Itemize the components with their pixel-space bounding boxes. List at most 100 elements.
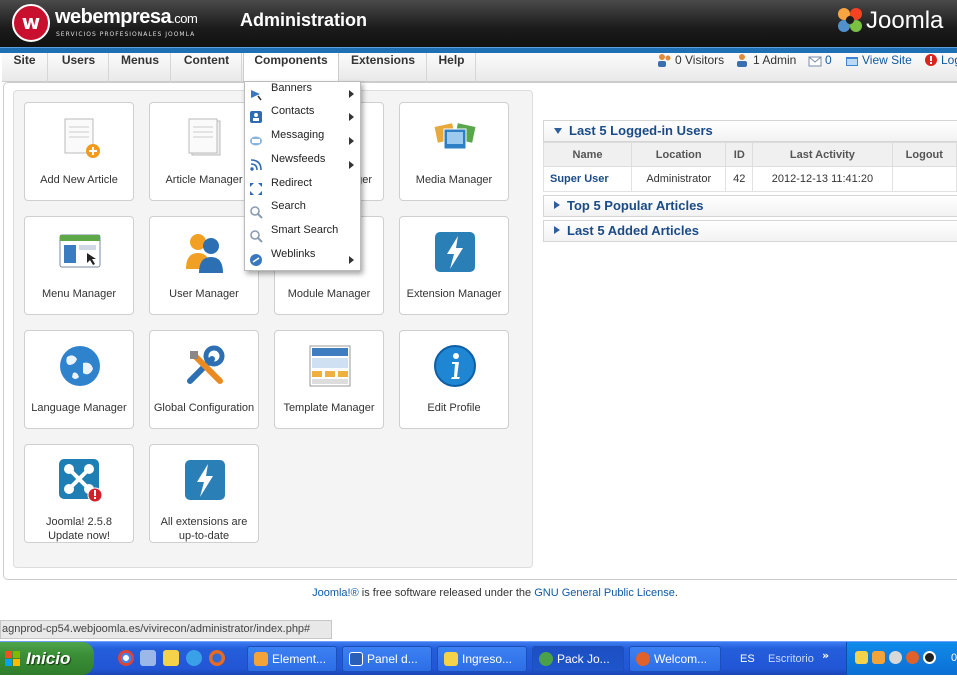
popular-articles-header[interactable]: Top 5 Popular Articles <box>543 195 957 217</box>
menu-components[interactable]: Components <box>243 53 339 83</box>
extension-manager-icon <box>435 232 475 272</box>
browser-status-url: agnprod-cp54.webjoomla.es/vivirecon/admi… <box>0 620 332 639</box>
task-button[interactable]: Element... <box>247 646 337 672</box>
gpl-license-link[interactable]: GNU General Public License <box>534 587 675 599</box>
menu-item-weblinks[interactable]: Weblinks <box>245 248 360 272</box>
language-indicator[interactable]: ES <box>740 653 755 665</box>
page-title: Administration <box>240 10 368 30</box>
menu-item-redirect[interactable]: Redirect <box>245 177 360 201</box>
windows-taskbar: Inicio Element... Panel d... Ingreso... … <box>0 641 957 675</box>
menu-item-banners[interactable]: Banners <box>245 82 360 106</box>
desktop-quicklaunch-icon[interactable] <box>140 650 156 666</box>
desktop-toolbar-label[interactable]: Escritorio <box>768 653 814 665</box>
edit-profile-button[interactable]: Edit Profile <box>399 330 509 429</box>
add-new-article-button[interactable]: Add New Article <box>24 102 134 201</box>
mail-quicklaunch-icon[interactable] <box>163 650 179 666</box>
user-manager-icon <box>186 234 223 273</box>
logged-in-users-header[interactable]: Last 5 Logged-in Users <box>543 120 957 142</box>
menu-item-label: Search <box>271 200 306 212</box>
admin-menu-bar: Site Users Menus Content Components Exte… <box>2 53 957 83</box>
menu-item-contacts[interactable]: Contacts <box>245 105 360 129</box>
menu-help[interactable]: Help <box>428 53 476 82</box>
messages-status[interactable]: 0 <box>808 53 832 82</box>
task-button[interactable]: Ingreso... <box>437 646 527 672</box>
extensions-uptodate-button[interactable]: All extensions are up-to-date <box>149 444 259 543</box>
app-icon <box>254 652 268 666</box>
security-tray-icon[interactable] <box>906 651 919 664</box>
extensions-uptodate-icon <box>185 460 225 500</box>
task-button[interactable]: Panel d... <box>342 646 432 672</box>
menu-item-label: Weblinks <box>271 248 316 260</box>
menu-site[interactable]: Site <box>2 53 48 82</box>
start-label: Inicio <box>26 649 71 668</box>
menu-item-search[interactable]: Search <box>245 200 360 224</box>
ie-quicklaunch-icon[interactable] <box>186 650 202 666</box>
app-tray-icon[interactable] <box>872 651 885 664</box>
menu-item-messaging[interactable]: Messaging <box>245 129 360 153</box>
joomla-logo[interactable]: Joomla <box>836 6 943 35</box>
newsfeeds-icon <box>250 159 262 171</box>
add-new-article-label: Add New Article <box>40 174 118 186</box>
global-configuration-icon <box>187 345 225 384</box>
task-label: Element... <box>272 652 327 666</box>
clock[interactable]: 0: <box>951 652 957 664</box>
start-button[interactable]: Inicio <box>0 642 94 675</box>
column-header-name: Name <box>542 142 633 167</box>
article-manager-button[interactable]: Article Manager <box>149 102 259 201</box>
template-manager-button[interactable]: Template Manager <box>274 330 384 429</box>
language-manager-button[interactable]: Language Manager <box>24 330 134 429</box>
menu-content[interactable]: Content <box>172 53 242 82</box>
view-site-link[interactable]: View Site <box>845 53 912 82</box>
task-button-active[interactable]: Pack Jo... <box>532 646 624 672</box>
submenu-arrow-icon <box>349 161 354 169</box>
admin-user-icon <box>737 54 747 67</box>
language-manager-icon <box>60 346 100 386</box>
media-tray-icon[interactable] <box>923 651 936 664</box>
add-article-icon <box>64 118 100 158</box>
task-button[interactable]: Welcom... <box>629 646 721 672</box>
webempresa-logo-icon[interactable]: w <box>12 4 50 42</box>
app-icon <box>349 652 363 666</box>
app-icon <box>444 652 458 666</box>
mail-tray-icon[interactable] <box>855 651 868 664</box>
menu-item-smart-search[interactable]: Smart Search <box>245 224 360 248</box>
contacts-icon <box>250 111 262 123</box>
media-manager-button[interactable]: Media Manager <box>399 102 509 201</box>
submenu-arrow-icon <box>349 137 354 145</box>
menu-users[interactable]: Users <box>49 53 109 82</box>
user-name-link[interactable]: Super User <box>542 166 633 192</box>
added-articles-header[interactable]: Last 5 Added Articles <box>543 220 957 242</box>
visitors-status[interactable]: 0 Visitors <box>657 53 724 82</box>
user-manager-button[interactable]: User Manager <box>149 216 259 315</box>
extension-manager-button[interactable]: Extension Manager <box>399 216 509 315</box>
joomla-update-button[interactable]: Joomla! 2.5.8 Update now! <box>24 444 134 543</box>
submenu-arrow-icon <box>349 256 354 264</box>
footer-end: . <box>674 587 678 599</box>
logout-link[interactable]: Log <box>924 53 957 82</box>
submenu-arrow-icon <box>349 90 354 98</box>
user-logout[interactable] <box>891 166 957 192</box>
firefox-quicklaunch-icon[interactable] <box>209 650 225 666</box>
windows-flag-icon <box>5 651 20 666</box>
admins-status[interactable]: 1 Admin <box>735 53 796 82</box>
column-header-logout: Logout <box>891 142 957 167</box>
menu-manager-button[interactable]: Menu Manager <box>24 216 134 315</box>
user-id: 42 <box>725 166 754 192</box>
extensions-uptodate-label: All extensions are up-to-date <box>160 516 248 542</box>
logged-in-users-title: Last 5 Logged-in Users <box>569 123 713 138</box>
menu-item-label: Contacts <box>271 105 315 117</box>
menu-item-newsfeeds[interactable]: Newsfeeds <box>245 153 360 177</box>
chrome-quicklaunch-icon[interactable] <box>118 650 134 666</box>
toolbar-expand-icon[interactable]: » <box>822 649 829 662</box>
menu-menus[interactable]: Menus <box>110 53 171 82</box>
column-header-location: Location <box>631 142 727 167</box>
page-footer: Joomla!® is free software released under… <box>0 587 957 599</box>
media-manager-icon <box>434 123 476 150</box>
app-icon <box>539 652 553 666</box>
task-label: Welcom... <box>654 652 708 666</box>
global-configuration-button[interactable]: Global Configuration <box>149 330 259 429</box>
network-tray-icon[interactable] <box>889 651 902 664</box>
menu-extensions[interactable]: Extensions <box>340 53 427 82</box>
joomla-link[interactable]: Joomla!® <box>312 587 359 599</box>
column-header-id: ID <box>725 142 754 167</box>
